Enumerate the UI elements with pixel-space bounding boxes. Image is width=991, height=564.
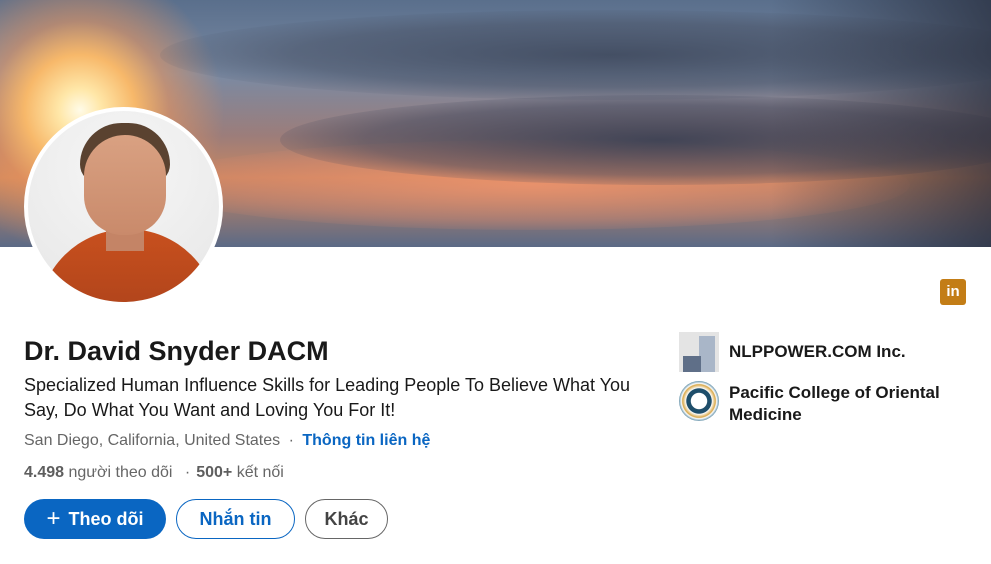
follow-button[interactable]: + Theo dõi — [24, 499, 166, 539]
school-name: Pacific College of Oriental Medicine — [729, 383, 940, 424]
connections-label[interactable]: kết nối — [237, 464, 284, 481]
network-stats: 4.498 người theo dõi · 500+ kết nối — [24, 464, 284, 482]
contact-info-link[interactable]: Thông tin liên hệ — [302, 432, 430, 449]
school-logo-icon — [679, 381, 719, 421]
profile-avatar[interactable] — [24, 107, 223, 306]
current-company[interactable]: NLPPOWER.COM Inc. — [679, 332, 906, 372]
company-logo-icon — [679, 332, 719, 372]
location-line: San Diego, California, United States · T… — [24, 432, 430, 450]
separator: · — [288, 432, 294, 449]
education-school[interactable]: Pacific College of Oriental Medicine — [679, 381, 959, 426]
follow-label: Theo dõi — [68, 508, 144, 529]
more-button[interactable]: Khác — [305, 499, 388, 539]
followers-label: người theo dõi — [68, 464, 173, 481]
profile-location: San Diego, California, United States — [24, 432, 281, 449]
separator: · — [184, 464, 191, 481]
message-button[interactable]: Nhắn tin — [176, 499, 295, 539]
linkedin-icon: in — [940, 279, 966, 305]
profile-headline: Specialized Human Influence Skills for L… — [24, 375, 631, 420]
followers-count: 4.498 — [24, 464, 65, 481]
cover-shade — [771, 0, 991, 247]
company-name: NLPPOWER.COM Inc. — [729, 342, 906, 361]
connections-count[interactable]: 500+ — [196, 464, 232, 481]
avatar-face — [84, 135, 166, 235]
profile-name: Dr. David Snyder DACM — [24, 336, 329, 366]
plus-icon: + — [46, 505, 61, 532]
